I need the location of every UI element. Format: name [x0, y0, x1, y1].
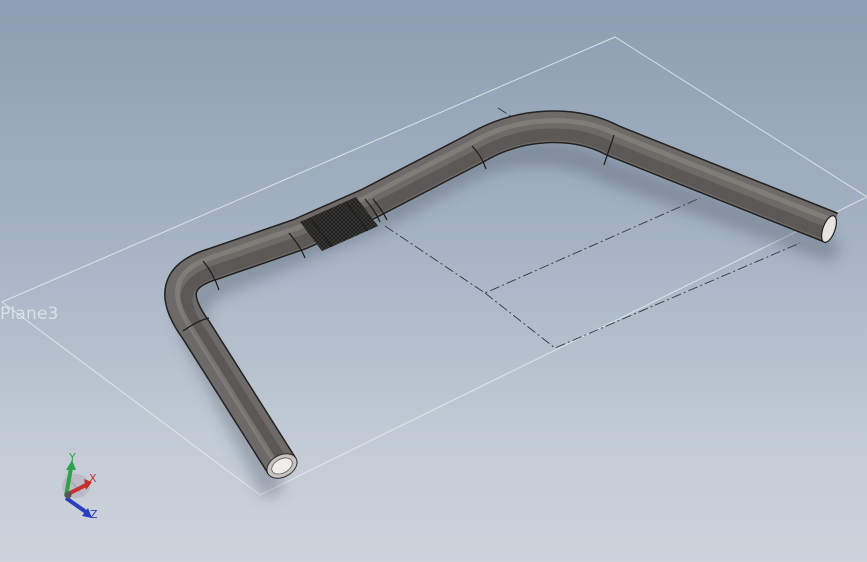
model-viewport[interactable]: Plane3 Y X Z [0, 0, 867, 562]
handlebar-tube[interactable] [165, 111, 838, 475]
reference-plane-outline [1, 36, 867, 496]
triad-z-label: Z [90, 508, 98, 521]
triad-z-axis [64, 496, 88, 514]
triad-x-label: X [89, 472, 97, 485]
triad-y-label: Y [69, 451, 76, 464]
coordinate-triad [62, 460, 92, 518]
plane-label: Plane3 [0, 304, 59, 324]
handlebar-model[interactable] [0, 0, 867, 562]
